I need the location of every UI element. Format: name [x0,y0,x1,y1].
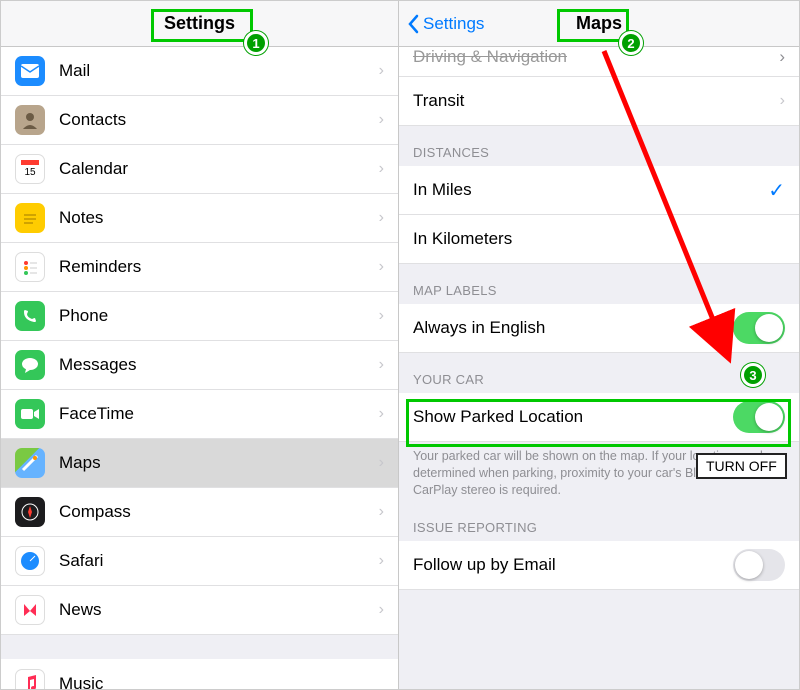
header-your-car: YOUR CAR [399,353,799,393]
row-driving-navigation[interactable]: Driving & Navigation › [399,47,799,77]
phone-icon [15,301,45,331]
compass-icon [15,497,45,527]
highlight-settings-title [151,9,253,42]
back-label: Settings [423,14,484,34]
settings-row-maps[interactable]: Maps › [1,439,398,488]
row-label: Follow up by Email [413,555,733,575]
chevron-right-icon: › [379,209,384,227]
chevron-right-icon: › [379,405,384,423]
row-label: Contacts [59,110,379,130]
chevron-right-icon: › [379,111,384,129]
reminders-icon [15,252,45,282]
back-button[interactable]: Settings [407,1,484,47]
section-gap [1,635,398,659]
row-label: News [59,600,379,620]
chevron-right-icon: › [379,503,384,521]
maps-settings-list[interactable]: Driving & Navigation › Transit › DISTANC… [399,47,799,689]
label-turn-off: TURN OFF [696,453,787,479]
checkmark-icon: ✓ [768,178,785,203]
settings-row-phone[interactable]: Phone › [1,292,398,341]
row-label: Compass [59,502,379,522]
news-icon [15,595,45,625]
row-followup-email[interactable]: Follow up by Email [399,541,799,590]
row-label: Reminders [59,257,379,277]
row-label: In Kilometers [413,229,785,249]
chevron-right-icon: › [379,160,384,178]
contacts-icon [15,105,45,135]
screenshot-frame: Settings Mail › Contacts › 15 Calendar ›… [0,0,800,690]
settings-row-mail[interactable]: Mail › [1,47,398,96]
row-label: Phone [59,306,379,326]
row-label: Transit [413,91,780,111]
row-label: Maps [59,453,379,473]
safari-icon [15,546,45,576]
row-label: In Miles [413,180,768,200]
row-transit[interactable]: Transit › [399,77,799,126]
chevron-right-icon: › [379,552,384,570]
settings-pane: Settings Mail › Contacts › 15 Calendar ›… [1,1,399,689]
highlight-maps-title [557,9,629,42]
chevron-right-icon: › [780,92,785,110]
toggle-always-english[interactable] [733,312,785,344]
notes-icon [15,203,45,233]
row-label: Notes [59,208,379,228]
row-in-miles[interactable]: In Miles ✓ [399,166,799,215]
settings-row-facetime[interactable]: FaceTime › [1,390,398,439]
chevron-right-icon: › [379,307,384,325]
chevron-right-icon: › [379,62,384,80]
row-label: Always in English [413,318,733,338]
chevron-right-icon: › [379,454,384,472]
row-label: Driving & Navigation [413,47,779,67]
step-badge-1: 1 [244,31,268,55]
settings-row-messages[interactable]: Messages › [1,341,398,390]
row-label: Mail [59,61,379,81]
chevron-right-icon: › [379,258,384,276]
settings-row-reminders[interactable]: Reminders › [1,243,398,292]
settings-row-safari[interactable]: Safari › [1,537,398,586]
chevron-right-icon: › [779,47,785,67]
messages-icon [15,350,45,380]
header-distances: DISTANCES [399,126,799,166]
facetime-icon [15,399,45,429]
settings-row-notes[interactable]: Notes › [1,194,398,243]
maps-icon [15,448,45,478]
music-icon [15,669,45,690]
svg-text:15: 15 [24,167,36,178]
row-always-english[interactable]: Always in English [399,304,799,353]
row-label: Calendar [59,159,379,179]
step-badge-3: 3 [741,363,765,387]
chevron-right-icon: › [379,356,384,374]
toggle-followup-email[interactable] [733,549,785,581]
chevron-left-icon [407,14,419,34]
settings-row-contacts[interactable]: Contacts › [1,96,398,145]
chevron-right-icon: › [379,601,384,619]
settings-row-music[interactable]: Music [1,659,398,689]
row-label: Safari [59,551,379,571]
row-label: Music [59,674,384,690]
row-label: FaceTime [59,404,379,424]
settings-row-news[interactable]: News › [1,586,398,635]
maps-settings-pane: Settings Maps Driving & Navigation › Tra… [399,1,799,689]
settings-row-calendar[interactable]: 15 Calendar › [1,145,398,194]
toggle-knob [755,314,783,342]
settings-row-compass[interactable]: Compass › [1,488,398,537]
row-label: Messages [59,355,379,375]
toggle-knob [735,551,763,579]
mail-icon [15,56,45,86]
header-map-labels: MAP LABELS [399,264,799,304]
header-issue-reporting: ISSUE REPORTING [399,509,799,541]
step-badge-2: 2 [619,31,643,55]
row-in-km[interactable]: In Kilometers [399,215,799,264]
highlight-show-parked-row [406,399,791,447]
calendar-icon: 15 [15,154,45,184]
settings-list[interactable]: Mail › Contacts › 15 Calendar › Notes › … [1,47,398,689]
